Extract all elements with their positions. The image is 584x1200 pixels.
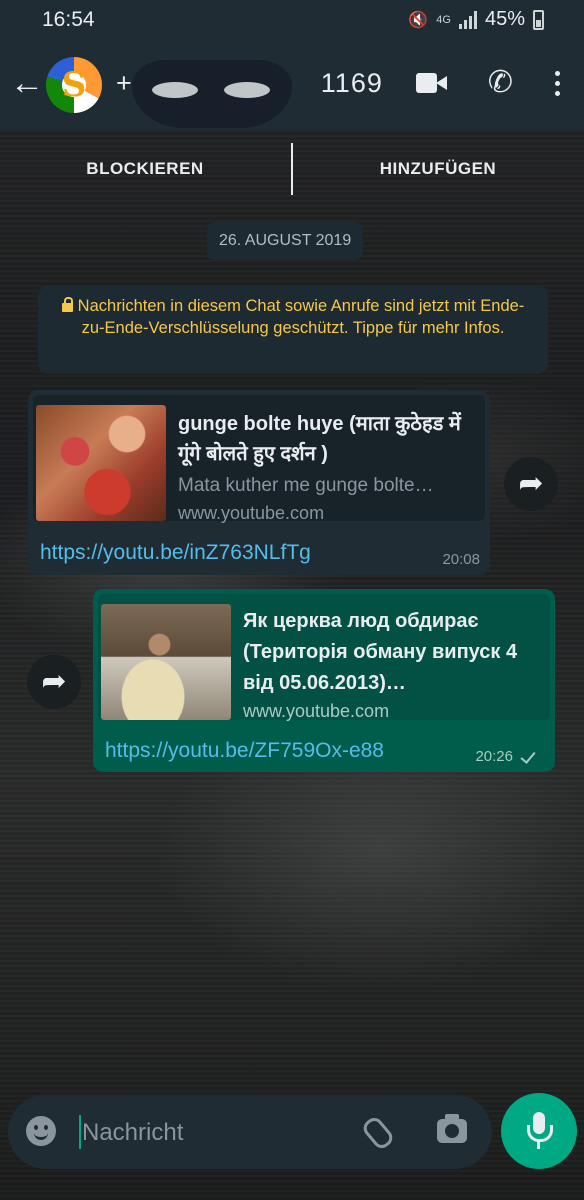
video-thumbnail[interactable]: [101, 604, 231, 720]
preview-title: Як церква люд обдирає (Територія обману …: [243, 610, 518, 694]
preview-domain: www.youtube.com: [243, 701, 390, 721]
link-preview[interactable]: gunge bolte huye (माता कुठेहड में गूंगे …: [33, 395, 485, 523]
emoji-icon[interactable]: [26, 1116, 56, 1146]
sent-check-icon: [521, 747, 537, 763]
preview-title: gunge bolte huye (माता कुठेहड में गूंगे …: [178, 413, 461, 465]
message-input[interactable]: [80, 1112, 354, 1154]
forward-icon[interactable]: ➦: [504, 457, 558, 511]
preview-domain: www.youtube.com: [178, 503, 325, 523]
message-time: 20:26: [475, 748, 513, 765]
status-bar: 16:54 🔇 4G 45%: [0, 0, 584, 40]
message-bubble-outgoing[interactable]: Як церква люд обдирає (Територія обману …: [93, 589, 555, 772]
status-icons: 🔇 4G 45%: [408, 8, 544, 31]
more-options-icon[interactable]: [555, 70, 560, 96]
battery-percent: 45%: [484, 8, 525, 30]
encryption-notice[interactable]: Nachrichten in diesem Chat sowie Anrufe …: [38, 286, 548, 374]
video-thumbnail[interactable]: [36, 405, 166, 521]
arrow-left-icon[interactable]: ←: [10, 66, 44, 100]
message-link[interactable]: https://youtu.be/inZ763NLfTg: [40, 541, 311, 565]
date-chip: 26. AUGUST 2019: [207, 222, 364, 260]
forward-icon[interactable]: ➦: [27, 655, 81, 709]
unknown-contact-actions: BLOCKIEREN HINZUFÜGEN: [0, 143, 584, 195]
add-contact-button[interactable]: HINZUFÜGEN: [333, 143, 543, 195]
message-link[interactable]: https://youtu.be/ZF759Ox-e88: [105, 739, 384, 763]
divider: [291, 143, 293, 195]
preview-description: Mata kuther me gunge bolte…: [178, 475, 434, 496]
message-composer: [8, 1095, 492, 1169]
message-bubble-incoming[interactable]: gunge bolte huye (माता कुठेहड में गूंगे …: [28, 390, 490, 575]
lock-icon: [61, 297, 73, 312]
chat-header: ← S +41169 ✆: [0, 40, 584, 130]
redaction-mask: [132, 60, 292, 128]
header-actions: ✆: [415, 68, 560, 98]
network-type: 4G: [436, 13, 451, 26]
mute-icon: 🔇: [408, 11, 429, 29]
avatar[interactable]: S: [46, 57, 102, 113]
video-call-icon[interactable]: [415, 73, 447, 93]
status-time: 16:54: [42, 8, 95, 31]
camera-icon[interactable]: [437, 1114, 467, 1143]
attachment-icon[interactable]: [360, 1114, 396, 1152]
link-preview[interactable]: Як церква люд обдирає (Територія обману …: [98, 594, 550, 721]
microphone-button[interactable]: [501, 1093, 577, 1169]
message-time: 20:08: [442, 551, 480, 568]
battery-icon: [533, 9, 544, 30]
block-button[interactable]: BLOCKIEREN: [40, 143, 250, 195]
encryption-notice-text: Nachrichten in diesem Chat sowie Anrufe …: [77, 297, 525, 337]
signal-icon: [458, 10, 477, 29]
phone-icon[interactable]: ✆: [488, 68, 513, 98]
